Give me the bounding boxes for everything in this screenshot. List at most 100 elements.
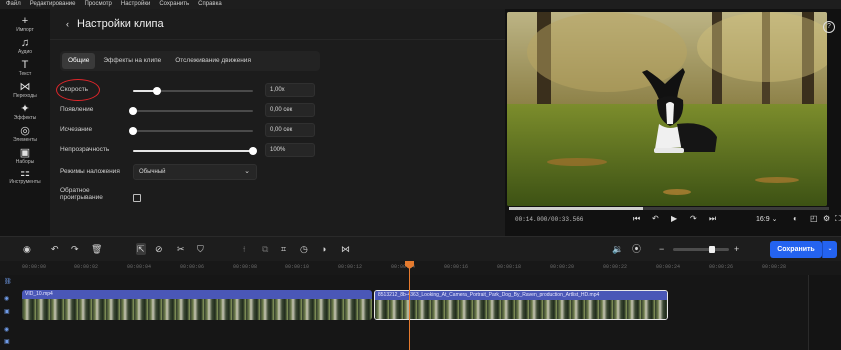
delete-icon[interactable]: 🗑 — [91, 243, 102, 255]
slider-knob[interactable] — [153, 87, 161, 95]
undo-icon[interactable]: ↶ — [51, 243, 59, 255]
menu-settings[interactable]: Настройки — [121, 0, 150, 9]
speed-slider[interactable] — [133, 87, 253, 95]
opacity-slider[interactable] — [133, 147, 257, 155]
menu-edit[interactable]: Редактирование — [30, 0, 76, 9]
save-dropdown-icon[interactable]: ⌄ — [822, 241, 837, 258]
freeze-frame-icon[interactable]: ⧉ — [262, 243, 268, 255]
rail-tools[interactable]: ⚏ Инструменты — [0, 168, 50, 186]
video-editor-window: Файл Редактирование Просмотр Настройки С… — [0, 0, 841, 350]
reverse-checkbox[interactable] — [133, 194, 141, 202]
aspect-ratio-select[interactable]: 16:9 ⌄ — [756, 215, 777, 223]
clip-settings-panel: ‹ Настройки клипа Общие Эффекты на клипе… — [50, 9, 505, 236]
rail-import[interactable]: + Импорт — [0, 16, 50, 34]
lock-icon[interactable]: ▣ — [4, 308, 10, 315]
clip-vid10[interactable]: VID_10.mp4 — [22, 290, 372, 320]
mask-icon[interactable]: ⛉ — [197, 243, 204, 255]
fade-out-slider[interactable] — [129, 127, 253, 135]
menu-file[interactable]: Файл — [6, 0, 21, 9]
rail-text[interactable]: T Текст — [0, 60, 50, 78]
snap-icon[interactable]: ⦿ — [632, 243, 641, 255]
ruler-tick: 00:00:24 — [656, 264, 681, 270]
slider-knob[interactable] — [129, 127, 137, 135]
tab-clip-effects[interactable]: Эффекты на клипе — [97, 53, 167, 69]
speed-icon[interactable]: ◷ — [300, 243, 308, 255]
transition-icon[interactable]: ⋈ — [341, 243, 350, 255]
eye-icon[interactable]: ◉ — [4, 295, 9, 302]
color-icon[interactable]: ◑ — [321, 243, 326, 255]
voice-icon[interactable]: 🔉 — [612, 243, 623, 255]
redo-icon[interactable]: ↷ — [71, 243, 79, 255]
fade-in-row: Появление 0,00 сек — [60, 102, 505, 120]
slider-knob[interactable] — [129, 107, 137, 115]
rail-effects[interactable]: ✦ Эффекты — [0, 104, 50, 122]
fade-out-label: Исчезание — [60, 126, 93, 133]
rail-audio[interactable]: ♫ Аудио — [0, 38, 50, 56]
clip-dog[interactable]: 8513212_8b-4363_Looking_At_Camera_Portra… — [374, 290, 668, 320]
rewind-5-icon[interactable]: ↶ — [652, 214, 659, 223]
menu-export[interactable]: Сохранить — [159, 0, 189, 9]
tool-rail: + Импорт ♫ Аудио T Текст ⋈ Переходы ✦ Эффекты… — [0, 9, 50, 236]
fade-in-label: Появление — [60, 106, 94, 113]
eye-icon[interactable]: ◉ — [4, 326, 9, 333]
record-icon[interactable]: ◉ — [23, 243, 31, 255]
rail-label: Инструменты — [9, 179, 41, 185]
blade-mode-icon[interactable]: ⊘ — [155, 243, 163, 255]
playhead-line[interactable] — [409, 261, 410, 350]
split-icon[interactable]: ✂ — [177, 243, 185, 255]
play-icon[interactable]: ▶ — [671, 214, 677, 223]
rail-sets[interactable]: ▣ Наборы — [0, 148, 50, 166]
ruler-tick: 00:00:12 — [338, 264, 363, 270]
ruler-tick: 00:00:26 — [709, 264, 734, 270]
rail-transitions[interactable]: ⋈ Переходы — [0, 82, 50, 100]
tab-general[interactable]: Общие — [62, 53, 96, 69]
rail-label: Импорт — [16, 27, 34, 33]
tab-motion-tracking[interactable]: Отслеживание движения — [169, 53, 257, 69]
playback-progress[interactable] — [509, 207, 829, 210]
audio-detach-icon[interactable]: ⟊ — [243, 243, 245, 255]
blend-mode-select[interactable]: Обычный ⌄ — [133, 164, 257, 180]
lock-icon[interactable]: ▣ — [4, 338, 10, 345]
help-icon[interactable]: ? — [823, 21, 835, 33]
blend-mode-value: Обычный — [139, 169, 166, 175]
speed-row: Скорость 1,00x — [60, 82, 505, 100]
slider-knob[interactable] — [249, 147, 257, 155]
aspect-ratio-value: 16:9 — [756, 216, 770, 223]
skip-forward-icon[interactable]: ⏭ — [709, 214, 716, 224]
zoom-in-icon[interactable]: + — [734, 243, 739, 255]
save-button[interactable]: Сохранить — [770, 241, 822, 258]
rail-elements[interactable]: ◎ Элементы — [0, 126, 50, 144]
skip-back-icon[interactable]: ⏮ — [633, 214, 640, 224]
forward-5-icon[interactable]: ↷ — [690, 214, 697, 223]
ruler-tick: 00:00:16 — [444, 264, 469, 270]
menu-view[interactable]: Просмотр — [84, 0, 111, 9]
rail-label: Аудио — [17, 49, 33, 55]
back-arrow-icon[interactable]: ‹ — [66, 19, 69, 29]
rail-label: Эффекты — [13, 115, 37, 121]
menu-help[interactable]: Справка — [198, 0, 222, 9]
link-icon[interactable]: ⛓ — [4, 278, 12, 285]
chevron-down-icon: ⌄ — [244, 168, 250, 175]
ruler-tick: 00:00:02 — [74, 264, 99, 270]
crop-icon[interactable]: ⌗ — [281, 243, 286, 255]
ruler-tick: 00:00:10 — [285, 264, 310, 270]
fade-in-slider[interactable] — [129, 107, 253, 115]
clip-header — [22, 290, 372, 299]
fullscreen-icon[interactable]: ⛶ — [835, 214, 841, 224]
settings-icon[interactable]: ⚙ — [823, 214, 830, 223]
timeline-ruler[interactable]: 00:00:00 00:00:02 00:00:04 00:00:06 00:0… — [0, 261, 841, 275]
fade-out-value[interactable]: 0,00 сек — [265, 123, 315, 137]
rail-label: Наборы — [15, 159, 35, 165]
fade-in-value[interactable]: 0,00 сек — [265, 103, 315, 117]
volume-icon[interactable]: ◐ — [793, 214, 798, 223]
zoom-slider[interactable] — [673, 248, 729, 251]
opacity-value[interactable]: 100% — [265, 143, 315, 157]
zoom-knob[interactable] — [709, 246, 715, 253]
zoom-out-icon[interactable]: − — [659, 243, 664, 255]
video-image — [507, 12, 827, 206]
transitions-icon: ⋈ — [19, 81, 31, 93]
select-tool-icon[interactable]: ⇱ — [136, 243, 146, 255]
snapshot-icon[interactable]: ◰ — [810, 214, 818, 223]
speed-value[interactable]: 1,00x — [265, 83, 315, 97]
progress-fill — [509, 207, 644, 210]
